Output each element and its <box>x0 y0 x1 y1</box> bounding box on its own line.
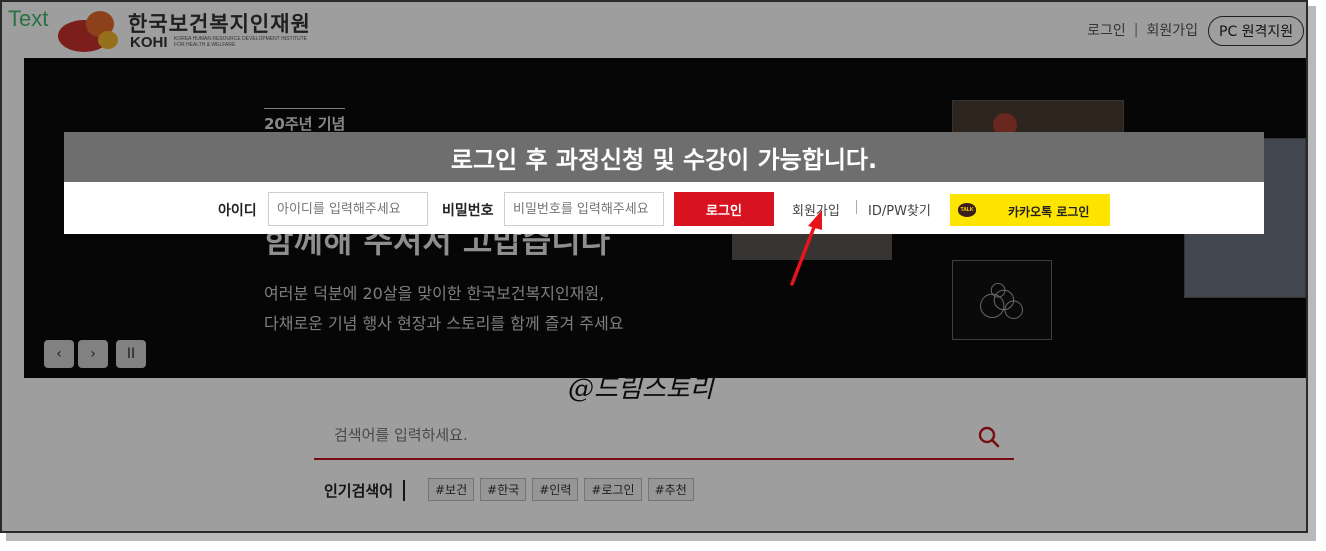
login-popup-title: 로그인 후 과정신청 및 수강이 가능합니다. <box>64 132 1264 182</box>
link-divider <box>856 200 857 214</box>
kakao-login-button[interactable]: TALK 카카오톡 로그인 <box>950 194 1110 226</box>
window-shadow-right <box>1308 6 1316 539</box>
password-input[interactable] <box>504 192 664 226</box>
login-button[interactable]: 로그인 <box>674 192 774 226</box>
window-shadow-bottom <box>6 533 1316 541</box>
kakao-talk-icon: TALK <box>958 203 976 217</box>
id-label: 아이디 <box>218 203 257 219</box>
find-id-pw-link[interactable]: ID/PW찾기 <box>868 200 931 219</box>
login-popup-form: 아이디 비밀번호 로그인 회원가입 ID/PW찾기 TALK 카카오톡 로그인 <box>64 182 1264 234</box>
password-label: 비밀번호 <box>442 203 494 219</box>
browser-frame: Text 한국보건복지인재원 KOHI KOREA HUMAN RESOURCE… <box>0 0 1308 533</box>
modal-backdrop[interactable] <box>2 2 1306 531</box>
kakao-login-label: 카카오톡 로그인 <box>1008 205 1090 219</box>
id-input[interactable] <box>268 192 428 226</box>
red-arrow-annotation-icon <box>790 210 822 286</box>
